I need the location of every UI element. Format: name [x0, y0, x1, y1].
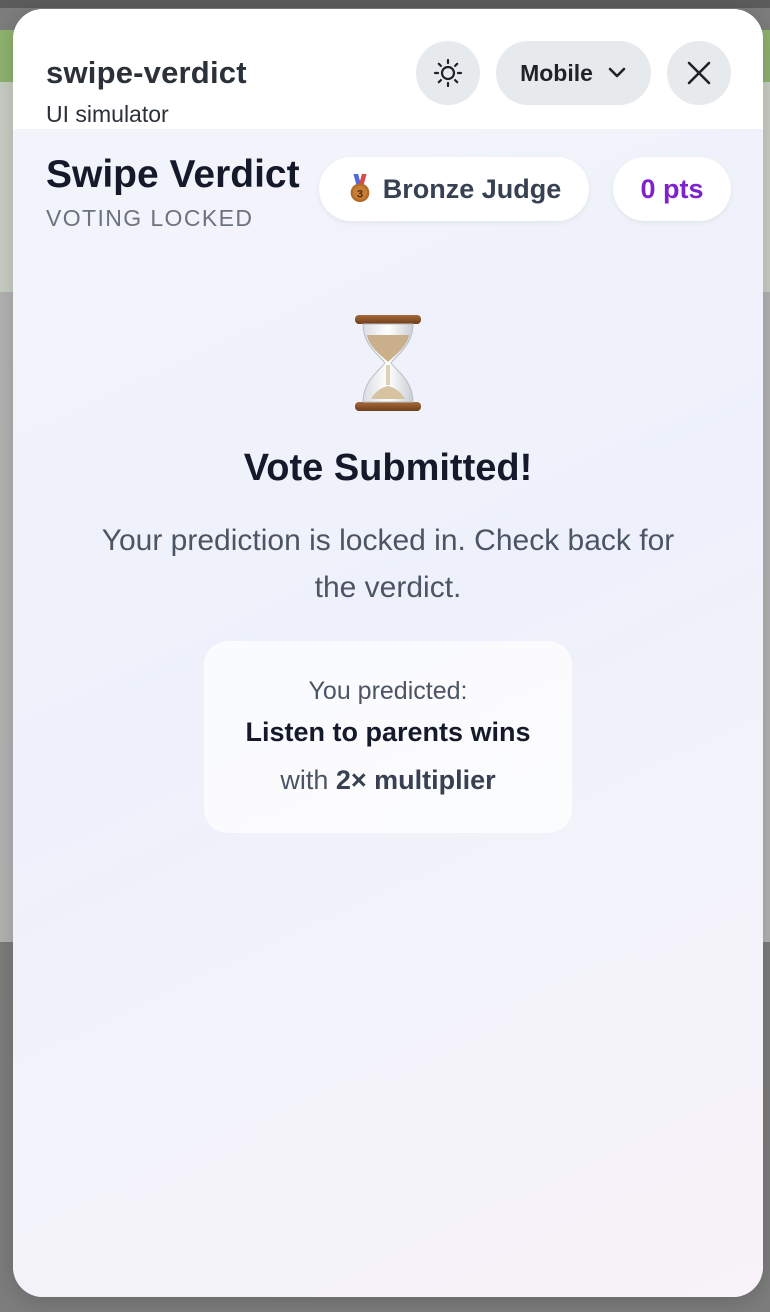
background-topbar	[0, 0, 770, 8]
points-badge: 0 pts	[613, 157, 731, 221]
voting-status: VOTING LOCKED	[46, 205, 254, 231]
multiplier-prefix: with	[280, 765, 329, 795]
prediction-choice: Listen to parents wins	[245, 717, 531, 747]
simulator-subtitle: UI simulator	[46, 101, 169, 127]
confirmation-message: Your prediction is locked in. Check back…	[101, 524, 675, 604]
close-button[interactable]	[667, 41, 731, 105]
simulator-modal: swipe-verdict UI simulator Mobile Swipe …	[13, 9, 763, 1297]
rank-badge: 3 Bronze Judge	[319, 157, 589, 221]
device-select[interactable]: Mobile	[496, 41, 651, 105]
theme-toggle-button[interactable]	[416, 41, 480, 105]
prediction-multiplier: with 2× multiplier	[204, 765, 572, 796]
prediction-card: You predicted: Listen to parents wins wi…	[204, 641, 572, 833]
app-title: Swipe Verdict	[46, 153, 300, 196]
svg-text:3: 3	[357, 188, 363, 200]
simulator-header: swipe-verdict UI simulator Mobile	[13, 9, 763, 129]
prediction-label: You predicted:	[308, 677, 468, 705]
close-icon	[687, 61, 711, 85]
chevron-down-icon	[608, 67, 626, 78]
device-select-label: Mobile	[520, 59, 593, 86]
rank-label: Bronze Judge	[382, 173, 562, 204]
simulator-app-name: swipe-verdict	[46, 55, 247, 90]
bronze-medal-icon: 3	[350, 174, 370, 203]
app-screen: Swipe Verdict VOTING LOCKED 3 Bronze Jud…	[13, 129, 763, 1297]
hourglass-icon	[355, 315, 421, 411]
confirmation-headline: Vote Submitted!	[243, 447, 533, 489]
sun-icon	[433, 58, 463, 88]
points-value: 0 pts	[640, 173, 704, 204]
multiplier-value: 2× multiplier	[335, 765, 496, 795]
